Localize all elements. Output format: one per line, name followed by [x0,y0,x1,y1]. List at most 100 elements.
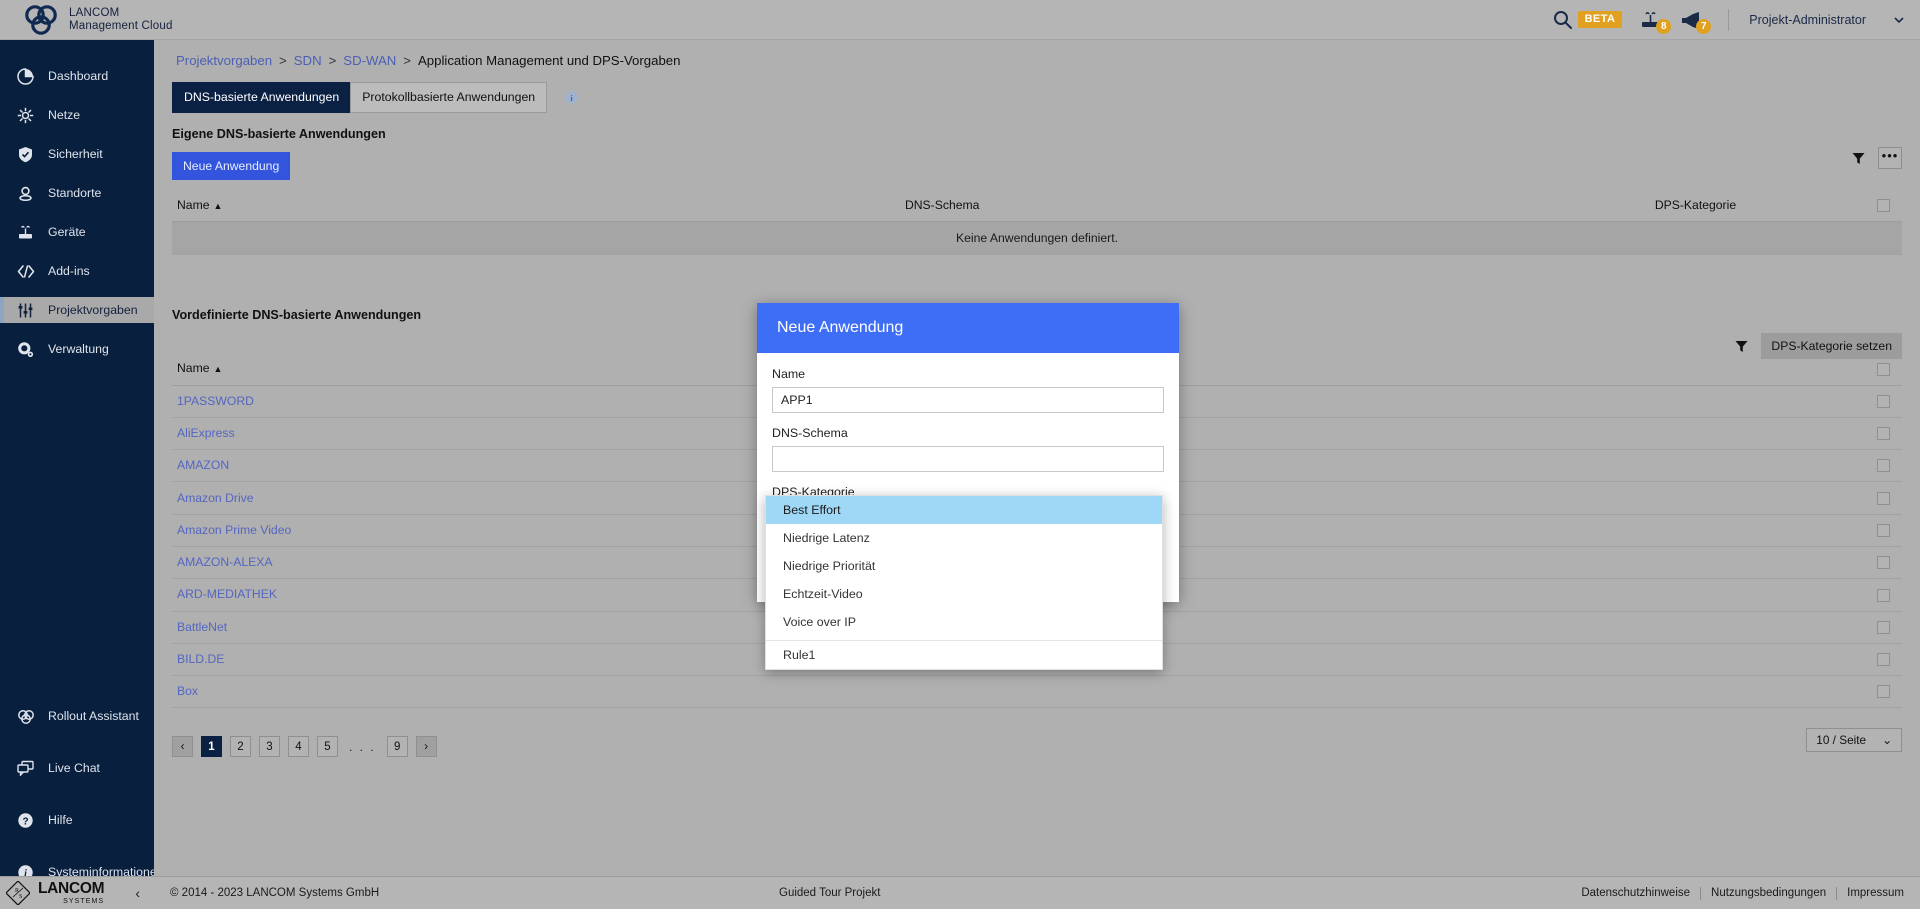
row-checkbox[interactable] [1877,621,1890,634]
cell-dps-kategorie [1656,482,1878,514]
user-menu-label[interactable]: Projekt-Administrator [1749,13,1866,27]
breadcrumb-separator: > [329,53,337,68]
lancom-cloud-logo-icon [24,5,58,35]
sidebar-item-label: Netze [48,108,80,122]
row-checkbox[interactable] [1877,653,1890,666]
application-name-link[interactable]: 1PASSWORD [177,394,254,408]
dropdown-option-niedrige-prioritaet[interactable]: Niedrige Priorität [766,552,1162,580]
pagination-page-4[interactable]: 4 [288,736,309,757]
own-applications-panel: Eigene DNS-basierte Anwendungen ••• Neue… [172,127,1902,255]
svg-text:S: S [19,894,22,900]
copyright-text: © 2014 - 2023 LANCOM Systems GmbH [170,887,379,899]
devices-indicator[interactable]: 8 [1640,10,1662,30]
chevron-down-icon[interactable] [1894,15,1904,25]
row-checkbox[interactable] [1877,556,1890,569]
column-header-dns-schema[interactable]: DNS-Schema [905,190,1655,222]
dns-schema-field-label: DNS-Schema [772,426,1164,440]
application-name-link[interactable]: AliExpress [177,426,235,440]
tab-dns-basierte-anwendungen[interactable]: DNS-basierte Anwendungen [172,82,351,113]
sidebar-item-verwaltung[interactable]: Verwaltung [0,336,154,362]
sliders-icon [16,301,35,320]
filter-icon[interactable] [1735,340,1748,353]
breadcrumb-link-sdn[interactable]: SDN [294,53,322,68]
application-name-link[interactable]: AMAZON [177,458,229,472]
row-checkbox[interactable] [1877,395,1890,408]
column-header-dps-kategorie[interactable]: DPS-Kategorie [1655,190,1877,222]
select-all-checkbox[interactable] [1877,199,1890,212]
application-name-link[interactable]: Box [177,684,198,698]
row-checkbox[interactable] [1877,524,1890,537]
dps-kategorie-dropdown: Best Effort Niedrige Latenz Niedrige Pri… [765,495,1163,670]
sidebar-item-standorte[interactable]: Standorte [0,180,154,206]
name-input[interactable] [772,387,1164,413]
row-checkbox[interactable] [1877,685,1890,698]
sidebar-item-live-chat[interactable]: Live Chat [0,755,154,781]
application-name-link[interactable]: BattleNet [177,620,227,634]
cell-dps-kategorie [1656,546,1878,578]
sidebar-item-sicherheit[interactable]: Sicherheit [0,141,154,167]
sidebar-item-geraete[interactable]: Geräte [0,219,154,245]
page-size-select[interactable]: 10 / Seite ⌄ [1806,728,1902,752]
tab-protokollbasierte-anwendungen[interactable]: Protokollbasierte Anwendungen [350,82,547,113]
cell-dps-kategorie [1656,417,1878,449]
breadcrumb-link-projektvorgaben[interactable]: Projektvorgaben [176,53,272,68]
sidebar-item-label: Rollout Assistant [48,709,139,723]
sidebar-item-netze[interactable]: Netze [0,102,154,128]
chat-bubbles-icon [16,759,35,778]
brand-logo-area[interactable]: LANCOM Management Cloud [0,5,190,35]
filter-icon[interactable] [1852,152,1865,165]
rohde-schwarz-logo-icon: R S [6,881,30,905]
gear-icon [16,340,35,359]
pagination-page-2[interactable]: 2 [230,736,251,757]
sidebar-item-hilfe[interactable]: ? Hilfe [0,807,154,833]
info-icon[interactable]: i [565,91,578,104]
row-checkbox[interactable] [1877,427,1890,440]
pagination-page-last[interactable]: 9 [387,736,408,757]
sidebar-collapse-button[interactable]: ‹ [135,885,140,901]
sidebar-item-rollout-assistant[interactable]: Rollout Assistant [0,703,154,729]
more-options-icon[interactable]: ••• [1878,147,1902,169]
row-checkbox[interactable] [1877,589,1890,602]
pagination-page-3[interactable]: 3 [259,736,280,757]
brand-line-1: LANCOM [69,7,173,20]
dialog-title: Neue Anwendung [757,303,1179,353]
pagination-page-5[interactable]: 5 [317,736,338,757]
row-checkbox[interactable] [1877,459,1890,472]
sidebar-item-dashboard[interactable]: Dashboard [0,63,154,89]
table-row[interactable]: Box [172,676,1902,708]
application-name-link[interactable]: BILD.DE [177,652,224,666]
dns-schema-input[interactable] [772,446,1164,472]
application-name-link[interactable]: Amazon Prime Video [177,523,291,537]
footer-link-impressum[interactable]: Impressum [1847,887,1904,899]
dropdown-option-echtzeit-video[interactable]: Echtzeit-Video [766,580,1162,608]
application-name-link[interactable]: ARD-MEDIATHEK [177,587,277,601]
notifications-indicator[interactable]: 7 [1680,10,1702,30]
footer-links: Datenschutzhinweise Nutzungsbedingungen … [1581,887,1904,900]
pagination-next-button[interactable]: › [416,736,437,757]
application-name-link[interactable]: AMAZON-ALEXA [177,555,273,569]
pagination-page-1[interactable]: 1 [201,736,222,757]
dropdown-option-rule1[interactable]: Rule1 [766,641,1162,669]
application-name-link[interactable]: Amazon Drive [177,491,254,505]
footer-link-nutzungsbedingungen[interactable]: Nutzungsbedingungen [1711,887,1826,899]
sidebar-item-addins[interactable]: Add-ins [0,258,154,284]
dropdown-option-voice-over-ip[interactable]: Voice over IP [766,608,1162,636]
set-dps-category-button[interactable]: DPS-Kategorie setzen [1761,333,1902,359]
empty-state-text: Keine Anwendungen definiert. [172,222,1902,255]
guided-tour-link[interactable]: Guided Tour Projekt [779,887,880,899]
sidebar-item-projektvorgaben[interactable]: Projektvorgaben [0,297,154,323]
new-application-button[interactable]: Neue Anwendung [172,152,290,180]
dashboard-icon [16,67,35,86]
pagination-prev-button[interactable]: ‹ [172,736,193,757]
cell-dps-kategorie [1656,450,1878,482]
select-all-checkbox[interactable] [1877,363,1890,376]
dropdown-option-best-effort[interactable]: Best Effort [766,496,1162,524]
cell-dps-kategorie [1656,676,1878,708]
search-icon[interactable] [1552,9,1578,31]
row-checkbox[interactable] [1877,492,1890,505]
sidebar-item-label: Verwaltung [48,342,109,356]
footer-link-datenschutzhinweise[interactable]: Datenschutzhinweise [1581,887,1690,899]
dropdown-option-niedrige-latenz[interactable]: Niedrige Latenz [766,524,1162,552]
breadcrumb-link-sdwan[interactable]: SD-WAN [343,53,396,68]
column-header-name[interactable]: Name▲ [172,190,905,222]
